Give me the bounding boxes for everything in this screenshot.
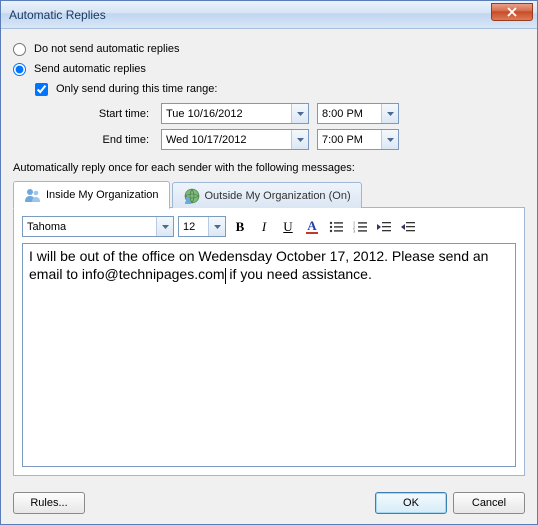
tab-panel-inside: Tahoma 12 B I U A [13,207,525,476]
font-color-button[interactable]: A [302,217,322,237]
tab-outside-org-label: Outside My Organization (On) [205,190,351,202]
end-date-combo[interactable]: Wed 10/17/2012 [161,129,309,150]
titlebar: Automatic Replies [1,1,537,29]
ok-button[interactable]: OK [375,492,447,514]
message-editor[interactable]: I will be out of the office on Wedensday… [22,243,516,467]
checkbox-time-range-label: Only send during this time range: [56,83,217,95]
start-time-combo[interactable]: 8:00 PM [317,103,399,124]
dropdown-arrow-icon [381,130,398,149]
radio-do-not-send[interactable]: Do not send automatic replies [13,40,525,58]
radio-send-input[interactable] [13,63,26,76]
checkbox-time-range[interactable]: Only send during this time range: [35,80,525,98]
checkbox-time-range-input[interactable] [35,83,48,96]
rules-button[interactable]: Rules... [13,492,85,514]
dropdown-arrow-icon [291,104,308,123]
end-time-value: 7:00 PM [318,134,381,146]
reply-section-label: Automatically reply once for each sender… [13,162,525,174]
numbered-list-icon: 1 2 3 [353,221,367,233]
dropdown-arrow-icon [381,104,398,123]
end-time-combo[interactable]: 7:00 PM [317,129,399,150]
start-time-label: Start time: [83,108,153,120]
ok-button-label: OK [403,497,419,509]
numbered-list-button[interactable]: 1 2 3 [350,217,370,237]
decrease-indent-icon [377,221,391,233]
close-button[interactable] [491,3,533,21]
bullet-list-icon [329,221,343,233]
cancel-button[interactable]: Cancel [453,492,525,514]
increase-indent-icon [401,221,415,233]
people-icon [24,186,42,204]
cancel-button-label: Cancel [472,497,506,509]
end-date-value: Wed 10/17/2012 [162,134,291,146]
message-text-part2: if you need assistance. [226,266,372,282]
font-name-combo[interactable]: Tahoma [22,216,174,237]
start-date-combo[interactable]: Tue 10/16/2012 [161,103,309,124]
font-name-value: Tahoma [23,221,156,233]
radio-do-not-send-label: Do not send automatic replies [34,43,180,55]
font-size-value: 12 [179,221,208,233]
format-toolbar: Tahoma 12 B I U A [22,216,516,237]
radio-send-label: Send automatic replies [34,63,146,75]
radio-do-not-send-input[interactable] [13,43,26,56]
window-title: Automatic Replies [9,8,491,22]
bullet-list-button[interactable] [326,217,346,237]
dropdown-arrow-icon [291,130,308,149]
tab-inside-org-label: Inside My Organization [46,189,159,201]
start-time-value: 8:00 PM [318,108,381,120]
globe-people-icon [183,187,201,205]
font-size-combo[interactable]: 12 [178,216,226,237]
increase-indent-button[interactable] [398,217,418,237]
dropdown-arrow-icon [156,217,173,236]
radio-send[interactable]: Send automatic replies [13,60,525,78]
tabs: Inside My Organization Outside My Organi… [13,180,525,208]
dialog-footer: Rules... OK Cancel [1,484,537,524]
time-range-grid: Start time: Tue 10/16/2012 8:00 PM End t… [83,103,525,150]
dialog-content: Do not send automatic replies Send autom… [1,29,537,484]
start-date-value: Tue 10/16/2012 [162,108,291,120]
underline-button[interactable]: U [278,217,298,237]
svg-text:3: 3 [353,228,355,233]
tab-outside-org[interactable]: Outside My Organization (On) [172,182,362,208]
tab-inside-org[interactable]: Inside My Organization [13,181,170,209]
rules-button-label: Rules... [30,497,67,509]
font-color-icon: A [306,220,317,234]
end-time-label: End time: [83,134,153,146]
dropdown-arrow-icon [208,217,225,236]
decrease-indent-button[interactable] [374,217,394,237]
italic-button[interactable]: I [254,217,274,237]
close-icon [507,7,517,17]
automatic-replies-dialog: Automatic Replies Do not send automatic … [0,0,538,525]
bold-button[interactable]: B [230,217,250,237]
